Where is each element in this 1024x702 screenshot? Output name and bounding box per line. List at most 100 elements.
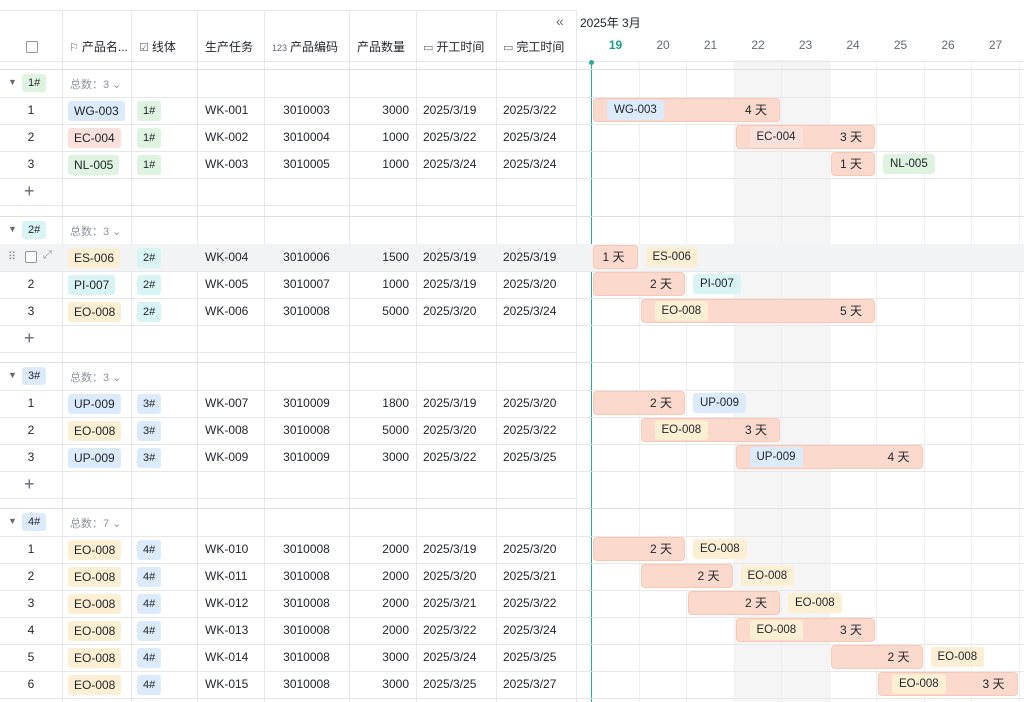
gantt-bar[interactable]: 2 天: [688, 591, 780, 615]
product-code-cell[interactable]: 3010009: [264, 444, 349, 471]
line-tag[interactable]: 3#: [137, 448, 162, 468]
product-name-tag[interactable]: EO-008: [68, 421, 122, 441]
line-tag[interactable]: 3#: [137, 421, 162, 441]
line-tag[interactable]: 4#: [137, 648, 162, 668]
group-count[interactable]: 总数：3 ⌄: [70, 76, 121, 92]
select-all-checkbox[interactable]: [26, 41, 38, 53]
expand-row-icon[interactable]: ⤢: [43, 249, 52, 262]
product-name-tag[interactable]: EC-004: [68, 128, 121, 148]
group-count[interactable]: 总数：7 ⌄: [70, 515, 121, 531]
quantity-cell[interactable]: 5000: [349, 298, 409, 325]
task-cell[interactable]: WK-009: [205, 444, 248, 471]
group-collapse-caret-icon[interactable]: ▼: [8, 516, 17, 526]
end-date-cell[interactable]: 2025/3/22: [503, 590, 556, 617]
quantity-cell[interactable]: 2000: [349, 536, 409, 563]
product-code-cell[interactable]: 3010008: [264, 417, 349, 444]
end-date-cell[interactable]: 2025/3/20: [503, 390, 556, 417]
line-tag[interactable]: 4#: [137, 594, 162, 614]
quantity-cell[interactable]: 1800: [349, 390, 409, 417]
quantity-cell[interactable]: 1500: [349, 244, 409, 271]
column-header-3[interactable]: 生产任务: [205, 34, 253, 60]
line-tag[interactable]: 1#: [137, 155, 162, 175]
product-code-cell[interactable]: 3010006: [264, 244, 349, 271]
end-date-cell[interactable]: 2025/3/20: [503, 271, 556, 298]
start-date-cell[interactable]: 2025/3/20: [423, 298, 476, 325]
line-tag[interactable]: 2#: [137, 248, 162, 268]
column-header-6[interactable]: ▭ 开工时间: [423, 34, 484, 60]
product-name-tag[interactable]: EO-008: [68, 675, 122, 695]
start-date-cell[interactable]: 2025/3/19: [423, 97, 476, 124]
product-name-tag[interactable]: UP-009: [68, 394, 121, 414]
end-date-cell[interactable]: 2025/3/21: [503, 563, 556, 590]
product-name-tag[interactable]: EO-008: [68, 302, 122, 322]
task-cell[interactable]: WK-013: [205, 617, 248, 644]
product-name-tag[interactable]: WG-003: [68, 101, 125, 121]
end-date-cell[interactable]: 2025/3/24: [503, 617, 556, 644]
end-date-cell[interactable]: 2025/3/24: [503, 151, 556, 178]
quantity-cell[interactable]: 1000: [349, 271, 409, 298]
column-header-5[interactable]: 产品数量: [357, 34, 405, 60]
start-date-cell[interactable]: 2025/3/25: [423, 671, 476, 698]
end-date-cell[interactable]: 2025/3/20: [503, 536, 556, 563]
product-name-tag[interactable]: EO-008: [68, 540, 122, 560]
product-code-cell[interactable]: 3010008: [264, 644, 349, 671]
task-cell[interactable]: WK-003: [205, 151, 248, 178]
end-date-cell[interactable]: 2025/3/25: [503, 644, 556, 671]
column-header-2[interactable]: ☑ 线体: [139, 34, 176, 60]
task-cell[interactable]: WK-011: [205, 563, 247, 590]
start-date-cell[interactable]: 2025/3/24: [423, 151, 476, 178]
start-date-cell[interactable]: 2025/3/19: [423, 244, 476, 271]
quantity-cell[interactable]: 2000: [349, 617, 409, 644]
product-code-cell[interactable]: 3010007: [264, 271, 349, 298]
product-name-tag[interactable]: EO-008: [68, 648, 122, 668]
end-date-cell[interactable]: 2025/3/22: [503, 97, 556, 124]
start-date-cell[interactable]: 2025/3/20: [423, 417, 476, 444]
group-count[interactable]: 总数：3 ⌄: [70, 369, 121, 385]
start-date-cell[interactable]: 2025/3/24: [423, 644, 476, 671]
line-tag[interactable]: 4#: [137, 675, 162, 695]
end-date-cell[interactable]: 2025/3/25: [503, 444, 556, 471]
task-cell[interactable]: WK-012: [205, 590, 248, 617]
gantt-bar[interactable]: 2 天: [640, 564, 733, 588]
product-code-cell[interactable]: 3010008: [264, 563, 349, 590]
gantt-bar[interactable]: 2 天: [593, 391, 685, 415]
product-name-tag[interactable]: ES-006: [68, 248, 121, 268]
line-tag[interactable]: 4#: [137, 540, 162, 560]
drag-handle-icon[interactable]: ⠿: [8, 250, 16, 263]
product-code-cell[interactable]: 3010004: [264, 124, 349, 151]
product-code-cell[interactable]: 3010003: [264, 97, 349, 124]
line-tag[interactable]: 3#: [137, 394, 162, 414]
quantity-cell[interactable]: 3000: [349, 97, 409, 124]
start-date-cell[interactable]: 2025/3/22: [423, 444, 476, 471]
product-name-tag[interactable]: PI-007: [68, 275, 116, 295]
column-header-4[interactable]: 123 产品编码: [272, 34, 338, 60]
product-code-cell[interactable]: 3010008: [264, 590, 349, 617]
task-cell[interactable]: WK-008: [205, 417, 248, 444]
gantt-bar[interactable]: 1 天: [593, 245, 638, 269]
line-tag[interactable]: 2#: [137, 275, 162, 295]
task-cell[interactable]: WK-006: [205, 298, 248, 325]
start-date-cell[interactable]: 2025/3/22: [423, 124, 476, 151]
product-name-tag[interactable]: UP-009: [68, 448, 121, 468]
quantity-cell[interactable]: 2000: [349, 563, 409, 590]
product-code-cell[interactable]: 3010008: [264, 671, 349, 698]
line-tag[interactable]: 4#: [137, 621, 162, 641]
task-cell[interactable]: WK-007: [205, 390, 248, 417]
add-row-button[interactable]: +: [24, 182, 35, 200]
line-tag[interactable]: 1#: [137, 101, 162, 121]
gantt-bar[interactable]: 2 天: [830, 645, 923, 669]
start-date-cell[interactable]: 2025/3/19: [423, 390, 476, 417]
quantity-cell[interactable]: 3000: [349, 644, 409, 671]
quantity-cell[interactable]: 1000: [349, 124, 409, 151]
end-date-cell[interactable]: 2025/3/24: [503, 124, 556, 151]
group-collapse-caret-icon[interactable]: ▼: [8, 77, 17, 87]
product-name-tag[interactable]: EO-008: [68, 594, 122, 614]
task-cell[interactable]: WK-010: [205, 536, 248, 563]
product-code-cell[interactable]: 3010005: [264, 151, 349, 178]
group-collapse-caret-icon[interactable]: ▼: [8, 224, 17, 234]
quantity-cell[interactable]: 2000: [349, 590, 409, 617]
task-cell[interactable]: WK-001: [205, 97, 248, 124]
product-code-cell[interactable]: 3010008: [264, 536, 349, 563]
add-row-button[interactable]: +: [24, 475, 35, 493]
group-collapse-caret-icon[interactable]: ▼: [8, 370, 17, 380]
